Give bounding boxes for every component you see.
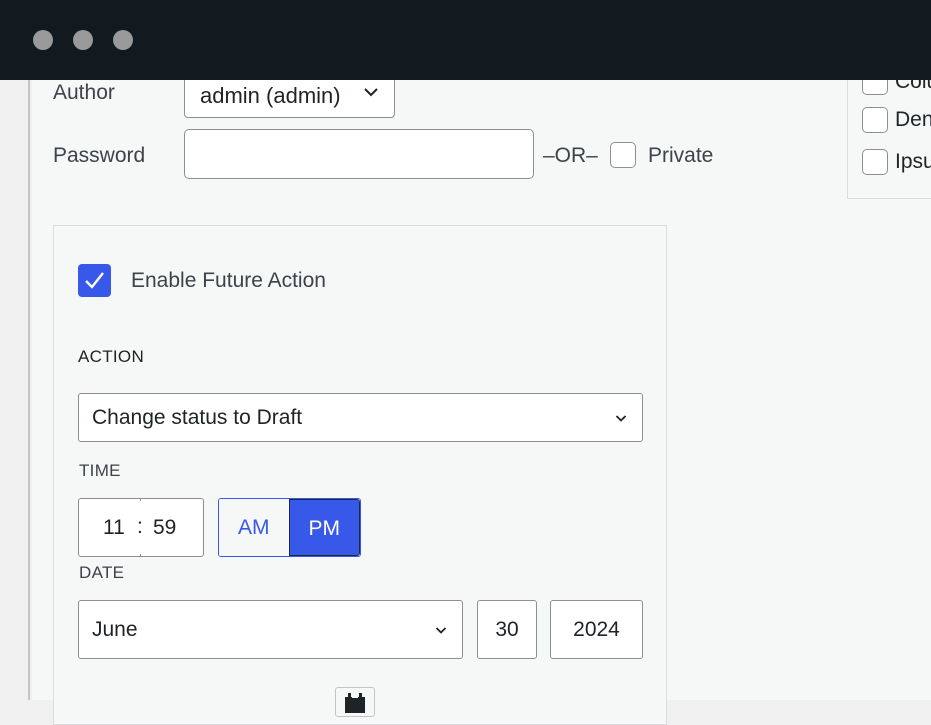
chevron-down-icon [615,415,627,422]
or-separator: –OR– [543,144,598,167]
category-checkbox[interactable] [862,107,888,133]
category-checkbox[interactable] [862,149,888,175]
window-close-button[interactable] [33,30,53,50]
window-minimize-button[interactable] [73,30,93,50]
day-input[interactable]: 30 [477,600,537,659]
month-select-value: June [92,618,138,641]
category-item[interactable]: Ipsu [862,149,931,175]
action-select[interactable]: Change status to Draft [78,393,643,442]
chevron-down-icon [435,627,447,634]
left-gutter [0,80,30,700]
pm-button[interactable]: PM [288,499,360,556]
time-separator-tick [140,554,141,557]
private-label[interactable]: Private [648,144,713,168]
private-checkbox[interactable] [610,142,636,168]
category-label: Den [895,108,931,131]
time-separator-tick [140,498,141,501]
time-colon: : [137,515,143,538]
meridiem-toggle: AM PM [218,498,361,557]
author-label: Author [53,81,115,104]
time-input[interactable]: 11 : 59 [78,498,204,557]
category-item[interactable]: Den [862,107,931,133]
time-label: TIME [79,461,121,480]
enable-future-action-label[interactable]: Enable Future Action [131,269,326,293]
window-titlebar [0,0,931,80]
post-settings-area: Author admin (admin) Password –OR– Priva… [32,69,931,725]
future-action-panel: Enable Future Action ACTION Change statu… [53,225,667,725]
window-maximize-button[interactable] [113,30,133,50]
category-label: Ipsu [895,150,931,173]
enable-future-action-checkbox[interactable] [78,264,111,297]
password-label: Password [53,144,146,167]
chevron-down-icon [364,88,378,97]
author-select-value: admin (admin) [200,83,341,108]
year-input[interactable]: 2024 [550,600,643,659]
calendar-icon [345,693,365,713]
minute-input[interactable]: 59 [153,516,176,540]
action-label: ACTION [78,347,145,366]
checkmark-icon [85,272,104,289]
am-button[interactable]: AM [219,499,289,556]
month-select[interactable]: June [78,600,463,659]
categories-list: Colu Den Ipsu [847,69,931,199]
hour-input[interactable]: 11 [103,516,125,540]
calendar-button[interactable] [335,687,375,717]
action-select-value: Change status to Draft [92,406,303,429]
password-input[interactable] [184,129,534,179]
date-label: DATE [79,563,125,582]
